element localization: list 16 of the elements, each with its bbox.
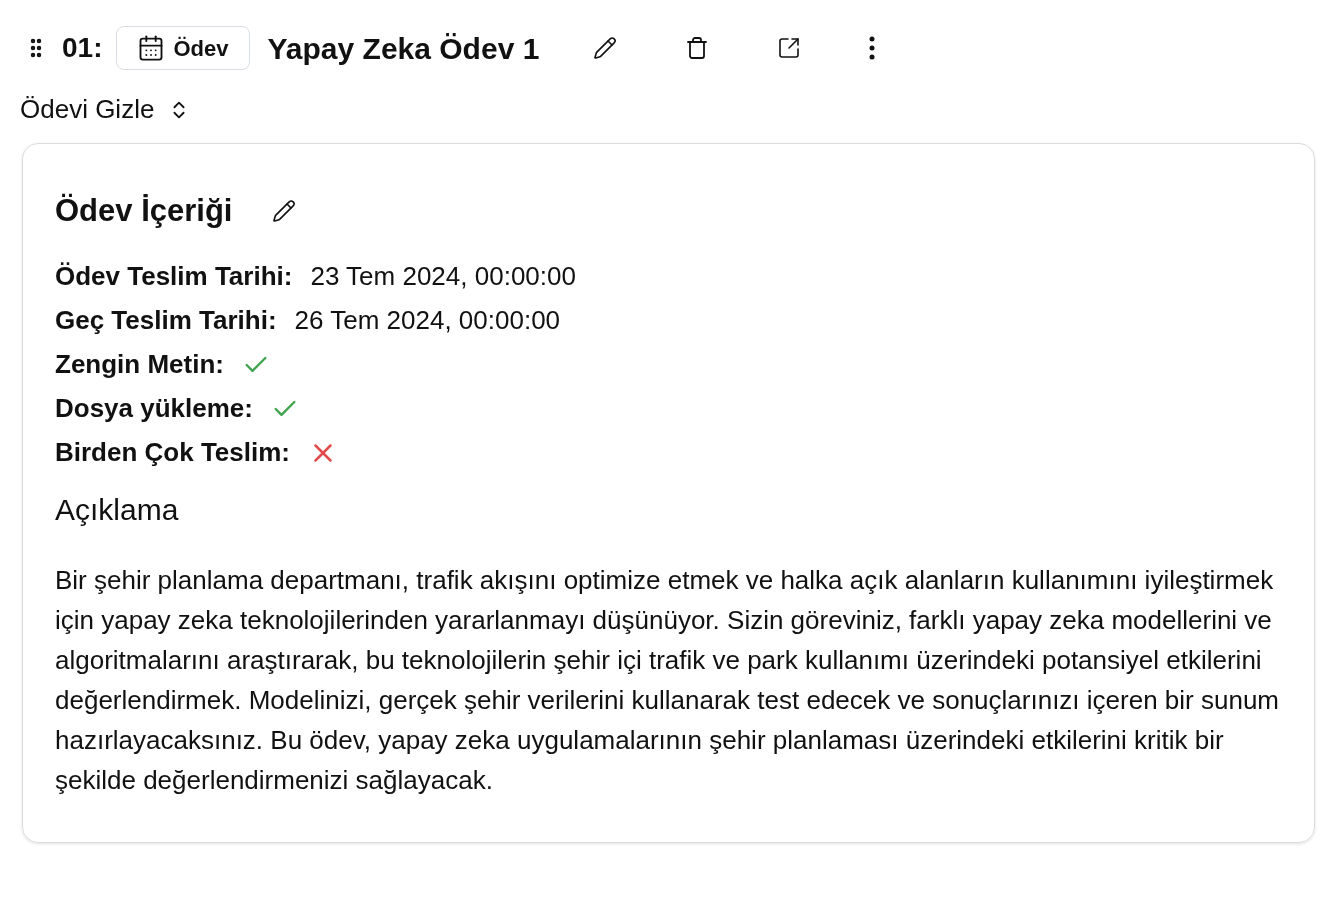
edit-button[interactable] [272, 199, 297, 224]
description-text: Bir şehir planlama departmanı, trafik akışını optimize etmek ve halka açık alanların kullanımını iyileştirmek için yapay zeka teknolojilerinden yararlanmayı düşünüyor. Sizin göreviniz, farklı yapay zeka modellerini ve algoritmalarını araştırarak, bu teknolojilerin şehir içi trafik ve park kullanımı üzerindeki potansiyel etkilerini değerlendirmek. Modelinizi, gerçek şehir verilerini kullanarak test edecek ve sonuçlarınızı içeren bir sunum hazırlayacaksınız. Bu ödev, yapay zeka uygulamalarının şehir planlaması üzerindeki etkilerini kritik bir şekilde değerlendirmenizi sağlayacak. [55, 563, 1280, 797]
field-label: Geç Teslim Tarihi: [55, 304, 277, 337]
assignment-title: Yapay Zeka Ödev 1 [267, 30, 540, 67]
field-label: Ödev Teslim Tarihi: [55, 260, 293, 293]
field-value: 26 Tem 2024, 00:00:00 [294, 304, 561, 337]
field-value: 23 Tem 2024, 00:00:00 [310, 260, 576, 293]
field-label: Birden Çok Teslim: [55, 436, 290, 469]
assignment-number: 01: [62, 31, 103, 65]
field-label: Dosya yükleme: [55, 392, 253, 425]
type-tag: Ödev [116, 26, 250, 70]
field-label: Zengin Metin: [55, 348, 224, 381]
section-title: Ödev İçeriği [55, 192, 233, 230]
more-icon [869, 36, 876, 60]
toggle-button[interactable]: Ödevi Gizle [20, 90, 191, 129]
description-heading: Açıklama [55, 491, 180, 528]
